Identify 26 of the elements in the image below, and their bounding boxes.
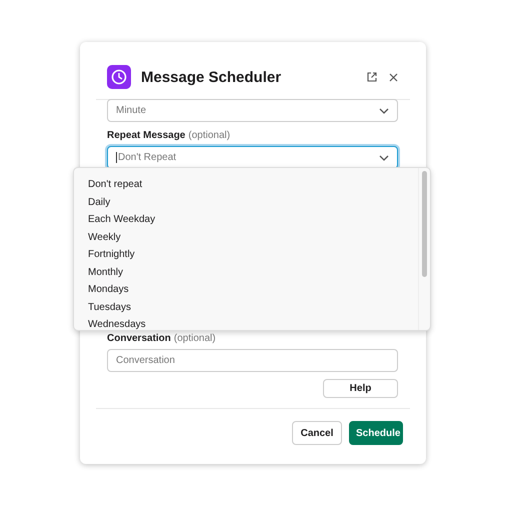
menu-option[interactable]: Tuesdays [74,298,430,316]
app-logo-icon [107,65,131,89]
menu-option[interactable]: Mondays [74,281,430,298]
select-field[interactable]: Don't Repeat [107,146,398,169]
close-icon[interactable] [389,72,398,82]
field-label: Conversation [107,333,171,344]
select-field[interactable]: Minute [107,99,398,122]
dialog-title: Message Scheduler [141,68,282,86]
optional-hint: (optional) [188,130,230,141]
field-label: Repeat Message [107,130,186,141]
menu-option[interactable]: Weekly [74,228,430,246]
conversation-field[interactable]: Conversation [107,349,398,372]
schedule-button[interactable]: Schedule [349,421,403,445]
menu-option[interactable]: Monthly [74,264,430,281]
menu-option[interactable]: Don't repeat [74,176,430,194]
chevron-down-icon [379,154,389,160]
cancel-button[interactable]: Cancel [292,421,342,445]
optional-hint: (optional) [174,333,216,344]
external-link-icon[interactable] [367,72,377,82]
menu-option[interactable]: Each Weekday [74,211,430,228]
chevron-down-icon [379,108,389,114]
menu-option[interactable]: Fortnightly [74,246,430,264]
menu-option[interactable]: Daily [74,194,430,211]
scrollbar-thumb[interactable] [422,171,427,277]
menu-option[interactable]: Wednesdays [74,316,430,330]
help-button[interactable]: Help [323,379,398,398]
